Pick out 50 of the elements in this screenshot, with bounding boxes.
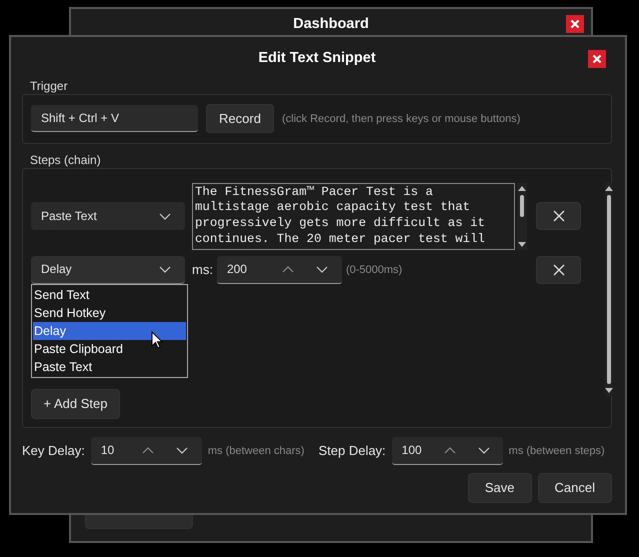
add-step-button[interactable]: + Add Step	[31, 388, 120, 419]
chevron-up-icon[interactable]	[444, 446, 456, 454]
chevron-down-icon[interactable]	[478, 446, 490, 454]
text-area[interactable]: The FitnessGram™ Pacer Test is a multistage aerobic capacity test that progressively gets more difficult as it continues. The 20 meter pacer test will	[192, 182, 515, 250]
chevron-down-icon[interactable]	[159, 266, 171, 273]
chevron-down-icon[interactable]	[159, 212, 171, 220]
chevron-down-icon[interactable]	[176, 446, 188, 454]
chevron-up-icon[interactable]	[282, 266, 294, 273]
dropdown-option[interactable]: Send Text	[33, 286, 186, 304]
scrollbar[interactable]	[605, 182, 613, 397]
scroll-down-icon[interactable]	[518, 242, 526, 248]
step-type-dropdown[interactable]: Delay	[31, 256, 185, 284]
dialog-button[interactable]: Cancel	[538, 472, 612, 503]
record-button[interactable]: Record	[206, 104, 274, 134]
range-hint: (0-5000ms)	[346, 264, 402, 276]
number-field[interactable]: 200	[216, 256, 342, 284]
scroll-up-icon[interactable]	[518, 184, 526, 191]
ms-label: ms:	[192, 262, 213, 278]
dropdown-option[interactable]: Paste Text	[33, 358, 186, 376]
chevron-down-icon[interactable]	[316, 266, 328, 273]
remove-step-button[interactable]	[536, 256, 581, 284]
dropdown-option[interactable]: Paste Clipboard	[33, 340, 186, 358]
scroll-down-icon[interactable]	[605, 388, 613, 394]
mouse-cursor-icon	[151, 330, 163, 349]
dialog-button[interactable]: Save	[468, 472, 532, 503]
group-label: Trigger	[30, 78, 69, 93]
scrollbar[interactable]	[517, 182, 527, 250]
close-icon	[552, 210, 564, 222]
hint-text: ms (between chars)	[208, 444, 304, 457]
key-delay-label: Key Delay:	[22, 443, 85, 458]
dropdown-option[interactable]: Delay	[33, 322, 186, 340]
hint-text: ms (between steps)	[508, 444, 605, 457]
scroll-up-icon[interactable]	[605, 184, 613, 191]
hotkey-field[interactable]: Shift + Ctrl + V	[31, 105, 198, 132]
close-icon	[592, 54, 602, 64]
step-delay-label: Step Delay:	[318, 443, 386, 458]
close-icon	[552, 264, 564, 276]
window-title: Dashboard	[293, 16, 369, 32]
close-button[interactable]	[566, 15, 584, 33]
chevron-up-icon[interactable]	[142, 446, 154, 454]
hint-text: (click Record, then press keys or mouse buttons)	[282, 112, 520, 125]
dialog-title: Edit Text Snippet	[258, 50, 376, 66]
number-field[interactable]: 10	[90, 436, 202, 465]
remove-step-button[interactable]	[536, 202, 581, 230]
close-button[interactable]	[588, 50, 606, 68]
step-type-dropdown[interactable]: Paste Text	[31, 202, 185, 230]
dropdown-option[interactable]: Send Hotkey	[33, 304, 186, 322]
close-icon	[570, 19, 580, 29]
group-label: Steps (chain)	[30, 152, 102, 167]
number-field[interactable]: 100	[392, 436, 503, 465]
